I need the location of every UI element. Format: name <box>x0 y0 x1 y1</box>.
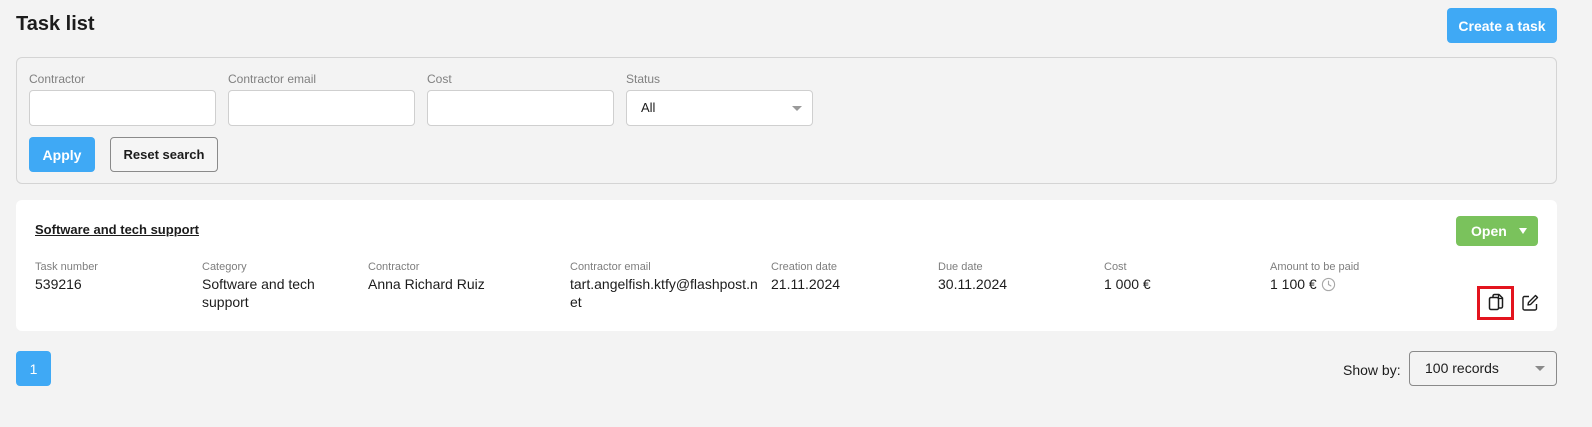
category-column: Category Software and tech support <box>202 261 347 311</box>
contractor-column: Contractor Anna Richard Ruiz <box>368 261 558 293</box>
apply-button[interactable]: Apply <box>29 137 95 172</box>
cost-filter: Cost <box>427 72 614 126</box>
chevron-down-icon <box>1535 366 1545 371</box>
due-date-value: 30.11.2024 <box>938 276 1008 292</box>
contractor-label: Contractor <box>368 261 420 273</box>
creation-date-column: Creation date 21.11.2024 <box>771 261 921 293</box>
records-per-page-select[interactable]: 100 records <box>1409 351 1557 386</box>
status-filter: Status All <box>626 72 813 126</box>
task-list-page: Task list Create a task Contractor Contr… <box>0 0 1592 427</box>
contractor-filter-label: Contractor <box>29 72 86 86</box>
amount-to-be-paid-row: 1 100 € <box>1270 275 1440 293</box>
contractor-input[interactable] <box>29 90 216 126</box>
show-by-label: Show by: <box>1343 362 1401 378</box>
task-card: Software and tech support Open Task numb… <box>16 200 1557 331</box>
category-label: Category <box>202 261 247 273</box>
contractor-email-label: Contractor email <box>570 261 651 273</box>
status-filter-label: Status <box>626 72 661 86</box>
edit-task-button[interactable] <box>1520 293 1540 313</box>
reset-search-button[interactable]: Reset search <box>110 137 218 172</box>
task-number-label: Task number <box>35 261 98 273</box>
status-select[interactable]: All <box>626 90 813 126</box>
due-date-label: Due date <box>938 261 983 273</box>
copy-task-button[interactable] <box>1477 286 1514 320</box>
category-value: Software and tech support <box>202 276 315 310</box>
caret-down-icon <box>1519 228 1527 234</box>
creation-date-label: Creation date <box>771 261 838 273</box>
cost-column: Cost 1 000 € <box>1104 261 1254 293</box>
contractor-email-filter: Contractor email <box>228 72 415 126</box>
cost-value: 1 000 € <box>1104 276 1151 292</box>
amount-to-be-paid-value: 1 100 € <box>1270 276 1317 292</box>
due-date-column: Due date 30.11.2024 <box>938 261 1088 293</box>
filter-panel: Contractor Contractor email Cost Status … <box>16 57 1557 184</box>
cost-label: Cost <box>1104 261 1127 273</box>
creation-date-value: 21.11.2024 <box>771 276 841 292</box>
records-per-page-value: 100 records <box>1425 360 1499 376</box>
status-select-value: All <box>641 100 656 115</box>
cost-filter-label: Cost <box>427 72 452 86</box>
status-dropdown-button[interactable]: Open <box>1456 216 1538 246</box>
contractor-email-value: tart.angelfish.ktfy@flashpost.net <box>570 276 758 310</box>
status-label: Open <box>1471 223 1507 239</box>
contractor-filter: Contractor <box>29 72 216 126</box>
create-task-button[interactable]: Create a task <box>1447 8 1557 43</box>
copy-icon <box>1488 293 1503 311</box>
contractor-value: Anna Richard Ruiz <box>368 276 485 292</box>
task-number-value: 539216 <box>35 276 82 292</box>
amount-to-be-paid-column: Amount to be paid 1 100 € <box>1270 261 1440 293</box>
page-1-button[interactable]: 1 <box>16 351 51 386</box>
chevron-down-icon <box>792 106 802 111</box>
contractor-email-column: Contractor email tart.angelfish.ktfy@fla… <box>570 261 762 311</box>
cost-input[interactable] <box>427 90 614 126</box>
contractor-email-filter-label: Contractor email <box>228 72 317 86</box>
task-title-link[interactable]: Software and tech support <box>35 222 199 237</box>
task-number-column: Task number 539216 <box>35 261 185 293</box>
page-title: Task list <box>16 13 95 35</box>
amount-to-be-paid-label: Amount to be paid <box>1270 261 1360 273</box>
contractor-email-input[interactable] <box>228 90 415 126</box>
clock-icon[interactable] <box>1321 277 1336 292</box>
edit-icon <box>1522 294 1539 311</box>
